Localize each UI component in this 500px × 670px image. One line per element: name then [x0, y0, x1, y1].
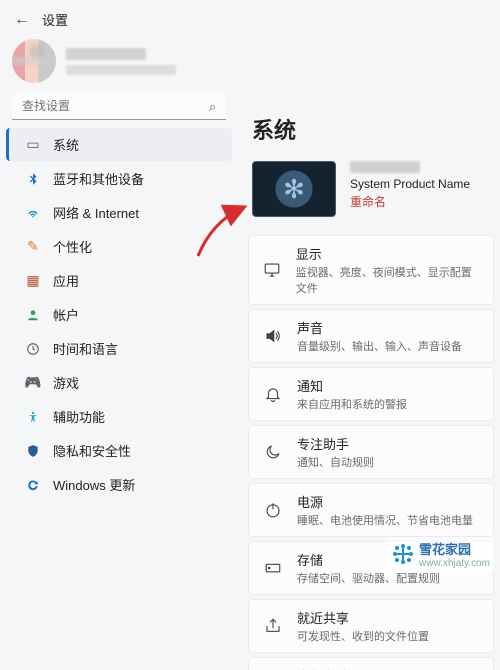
- monitor-icon: [263, 261, 282, 279]
- apps-icon: ▦: [25, 273, 41, 289]
- sidebar-item-time[interactable]: 时间和语言: [6, 332, 232, 365]
- person-icon: [25, 307, 41, 323]
- main-title: 系统: [252, 113, 500, 145]
- device-thumbnail: [252, 161, 336, 217]
- accessibility-icon: [25, 409, 41, 425]
- game-icon: 🎮: [25, 375, 41, 391]
- snowflake-logo-icon: [391, 542, 415, 566]
- watermark-url: www.xhjaty.com: [419, 558, 490, 569]
- setting-desc: 来自应用和系统的警报: [297, 396, 407, 412]
- setting-title: 声音: [297, 318, 462, 337]
- sidebar-item-system[interactable]: ▭ 系统: [6, 128, 232, 161]
- setting-power[interactable]: 电源 睡眠、电池使用情况、节省电池电量: [248, 483, 494, 537]
- share-icon: [263, 617, 283, 635]
- avatar: [12, 39, 56, 83]
- sidebar-item-label: 游戏: [53, 373, 79, 392]
- setting-title: 多任务处理: [297, 666, 362, 670]
- sidebar-item-privacy[interactable]: 隐私和安全性: [6, 434, 232, 467]
- setting-title: 就近共享: [297, 608, 429, 627]
- sidebar-item-label: 网络 & Internet: [53, 203, 139, 222]
- setting-notifications[interactable]: 通知 来自应用和系统的警报: [248, 367, 494, 421]
- setting-desc: 可发现性、收到的文件位置: [297, 628, 429, 644]
- sidebar-item-label: 蓝牙和其他设备: [53, 169, 144, 188]
- user-profile[interactable]: [12, 39, 488, 83]
- sidebar-item-accounts[interactable]: 帐户: [6, 298, 232, 331]
- setting-desc: 音量级别、输出、输入、声音设备: [297, 338, 462, 354]
- setting-desc: 监视器、亮度、夜间模式、显示配置文件: [296, 264, 481, 296]
- sidebar-item-label: 应用: [53, 271, 79, 290]
- sidebar-item-label: Windows 更新: [53, 475, 135, 494]
- device-name-blur: [350, 161, 420, 173]
- setting-focus[interactable]: 专注助手 通知、自动规则: [248, 425, 494, 479]
- device-product: System Product Name: [350, 177, 470, 191]
- sidebar-item-label: 系统: [53, 135, 79, 154]
- watermark: 雪花家园 www.xhjaty.com: [387, 537, 494, 571]
- setting-title: 专注助手: [297, 434, 374, 453]
- search-icon: ⌕: [209, 99, 216, 115]
- moon-icon: [263, 443, 283, 461]
- setting-title: 显示: [296, 244, 481, 263]
- setting-desc: 存储空间、驱动器、配置规则: [297, 570, 440, 586]
- bluetooth-icon: [25, 171, 41, 187]
- sound-icon: [263, 327, 283, 345]
- setting-nearby[interactable]: 就近共享 可发现性、收到的文件位置: [248, 599, 494, 653]
- sidebar-item-personalization[interactable]: ✎ 个性化: [6, 230, 232, 263]
- sidebar-item-label: 个性化: [53, 237, 92, 256]
- setting-desc: 睡眠、电池使用情况、节省电池电量: [297, 512, 473, 528]
- sidebar-item-accessibility[interactable]: 辅助功能: [6, 400, 232, 433]
- power-icon: [263, 501, 283, 519]
- main-panel: 系统 System Product Name 重命名 显示 监视器、亮度、夜间模…: [238, 93, 500, 670]
- sidebar: ⌕ ▭ 系统 蓝牙和其他设备 网络 & Internet ✎ 个性化: [0, 93, 238, 670]
- back-button[interactable]: ←: [14, 11, 30, 29]
- sidebar-item-update[interactable]: Windows 更新: [6, 468, 232, 501]
- search-input[interactable]: [12, 93, 226, 120]
- setting-desc: 通知、自动规则: [297, 454, 374, 470]
- wifi-icon: [25, 205, 41, 221]
- setting-title: 通知: [297, 376, 407, 395]
- bell-icon: [263, 385, 283, 403]
- sidebar-item-network[interactable]: 网络 & Internet: [6, 196, 232, 229]
- page-title: 设置: [42, 10, 68, 29]
- device-card[interactable]: System Product Name 重命名: [252, 161, 490, 217]
- sidebar-item-label: 时间和语言: [53, 339, 118, 358]
- system-icon: ▭: [25, 137, 41, 153]
- user-name-blur: [66, 48, 146, 60]
- setting-multitask[interactable]: 多任务处理: [248, 657, 494, 670]
- clock-icon: [25, 341, 41, 357]
- setting-sound[interactable]: 声音 音量级别、输出、输入、声音设备: [248, 309, 494, 363]
- sidebar-item-label: 帐户: [53, 305, 79, 324]
- update-icon: [25, 477, 41, 493]
- multitask-icon: [263, 667, 283, 670]
- sidebar-item-apps[interactable]: ▦ 应用: [6, 264, 232, 297]
- setting-title: 电源: [297, 492, 473, 511]
- user-email-blur: [66, 65, 176, 75]
- sidebar-item-label: 辅助功能: [53, 407, 105, 426]
- sidebar-item-bluetooth[interactable]: 蓝牙和其他设备: [6, 162, 232, 195]
- shield-icon: [25, 443, 41, 459]
- setting-display[interactable]: 显示 监视器、亮度、夜间模式、显示配置文件: [248, 235, 494, 305]
- watermark-name: 雪花家园: [419, 542, 471, 557]
- sidebar-item-gaming[interactable]: 🎮 游戏: [6, 366, 232, 399]
- sidebar-item-label: 隐私和安全性: [53, 441, 131, 460]
- storage-icon: [263, 559, 283, 577]
- brush-icon: ✎: [25, 239, 41, 255]
- rename-link[interactable]: 重命名: [350, 193, 386, 210]
